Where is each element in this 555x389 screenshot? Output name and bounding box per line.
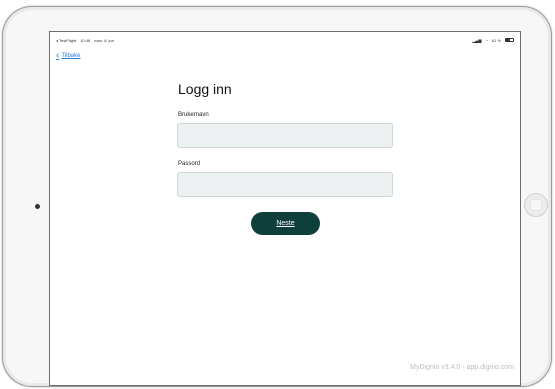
status-time: 10:48 — [80, 37, 91, 43]
app-screen: ◂ TestFlight 10:48 man. 8. jun. ▂▄▆ ◔ 61… — [49, 31, 521, 386]
status-bar: ◂ TestFlight 10:48 man. 8. jun. ▂▄▆ ◔ 61… — [56, 36, 514, 44]
status-right: ▂▄▆ ◔ 61 % — [472, 38, 514, 43]
front-camera — [35, 204, 40, 209]
password-field[interactable] — [177, 172, 393, 197]
username-field[interactable] — [177, 123, 393, 148]
chevron-left-icon: ‹ — [56, 50, 60, 61]
status-left: ◂ TestFlight 10:48 man. 8. jun. — [56, 38, 115, 43]
battery-icon — [505, 38, 514, 42]
home-button-icon — [530, 199, 542, 211]
ipad-frame: ◂ TestFlight 10:48 man. 8. jun. ▂▄▆ ◔ 61… — [2, 6, 552, 387]
battery-fill — [506, 39, 511, 41]
back-label: Tilbake — [61, 53, 81, 59]
next-button[interactable]: Neste — [251, 212, 320, 235]
wifi-icon: ◔ — [485, 37, 488, 43]
password-label: Passord — [178, 161, 201, 167]
app-version-footer: MyDignio v3.4.0 - app.dignio.com — [410, 364, 514, 371]
battery-percent: 61 % — [491, 37, 501, 43]
status-testflight: ◂ TestFlight — [56, 37, 77, 43]
home-button[interactable] — [524, 193, 548, 217]
status-date: man. 8. jun. — [94, 37, 116, 43]
username-label: Brukernavn — [178, 112, 209, 118]
back-button[interactable]: ‹ Tilbake — [56, 51, 80, 61]
signal-icon: ▂▄▆ — [472, 37, 482, 43]
page-title: Logg inn — [178, 81, 232, 97]
